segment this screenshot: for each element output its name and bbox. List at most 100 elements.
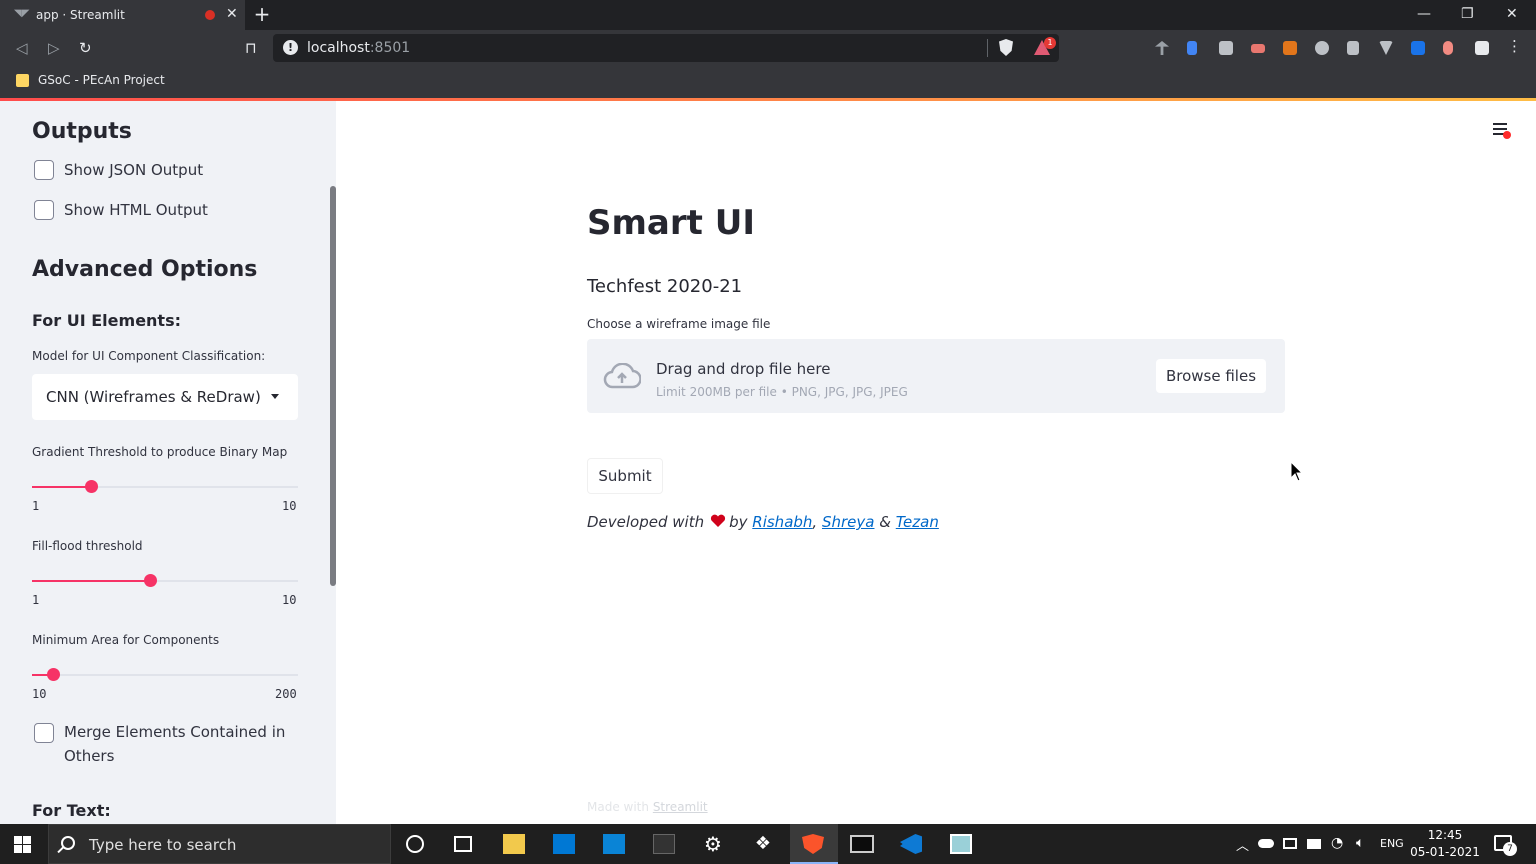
windows-start-icon[interactable] bbox=[14, 836, 31, 853]
bookmark-icon[interactable]: ⊓ bbox=[245, 39, 257, 57]
taskbar-clock[interactable]: 12:45 05-01-2021 bbox=[1410, 827, 1480, 861]
file-explorer-icon[interactable] bbox=[503, 834, 525, 854]
browser-toolbar: ◁ ▷ ↻ ⊓ ! localhost:8501 1 ⋮ bbox=[0, 30, 1536, 66]
gradient-slider[interactable] bbox=[32, 480, 298, 493]
minarea-slider[interactable] bbox=[32, 668, 298, 681]
slider-max: 10 bbox=[282, 499, 297, 513]
page-title: Smart UI bbox=[587, 203, 755, 243]
notification-dot bbox=[1503, 131, 1511, 139]
slider-max: 10 bbox=[282, 593, 297, 607]
slider-min: 1 bbox=[32, 499, 40, 513]
file-dropzone[interactable]: Drag and drop file here Limit 200MB per … bbox=[587, 339, 1285, 413]
slider-min: 1 bbox=[32, 593, 40, 607]
extension-icon[interactable] bbox=[1411, 41, 1425, 55]
show-html-checkbox[interactable] bbox=[34, 200, 54, 220]
model-select[interactable]: CNN (Wireframes & ReDraw) bbox=[32, 374, 298, 420]
volume-icon[interactable]: 🔈︎ bbox=[1356, 835, 1364, 851]
taskbar-search-placeholder: Type here to search bbox=[89, 836, 237, 854]
show-json-label[interactable]: Show JSON Output bbox=[64, 158, 203, 182]
vue-devtools-icon[interactable] bbox=[1379, 41, 1393, 55]
extension-icon[interactable] bbox=[1251, 44, 1265, 53]
tab-bar: ◥◤ app · Streamlit ✕ + — ❐ ✕ bbox=[0, 0, 1536, 30]
site-info-icon[interactable]: ! bbox=[283, 40, 298, 55]
reload-button[interactable]: ↻ bbox=[79, 39, 92, 57]
cortana-icon[interactable] bbox=[406, 835, 424, 853]
main-content: Smart UI Techfest 2020-21 Choose a wiref… bbox=[336, 101, 1536, 824]
merge-label[interactable]: Merge Elements Contained in Others bbox=[64, 720, 294, 768]
close-window-button[interactable]: ✕ bbox=[1506, 6, 1518, 22]
dropzone-instructions: Drag and drop file here bbox=[656, 360, 831, 378]
tab-title: app · Streamlit bbox=[36, 8, 125, 22]
maximize-button[interactable]: ❐ bbox=[1461, 6, 1474, 22]
windows-taskbar: Type here to search ⚙ ❖ ︿ ◔ 🔈︎ ENG 12:45… bbox=[0, 824, 1536, 864]
slider-fill bbox=[32, 486, 92, 488]
streamlit-link[interactable]: Streamlit bbox=[653, 800, 708, 814]
folder-icon bbox=[16, 74, 29, 87]
author-link-rishabh[interactable]: Rishabh bbox=[752, 513, 812, 531]
terminal-icon[interactable] bbox=[850, 835, 874, 853]
divider bbox=[987, 39, 988, 57]
store-icon[interactable] bbox=[553, 834, 575, 854]
dropzone-limits: Limit 200MB per file • PNG, JPG, JPG, JP… bbox=[656, 385, 908, 399]
ui-elements-heading: For UI Elements: bbox=[32, 311, 181, 330]
show-json-checkbox[interactable] bbox=[34, 160, 54, 180]
author-link-shreya[interactable]: Shreya bbox=[822, 513, 875, 531]
hamburger-menu-icon[interactable] bbox=[1493, 123, 1511, 139]
tray-overflow-icon[interactable]: ︿ bbox=[1236, 835, 1249, 854]
text-heading: For Text: bbox=[32, 801, 111, 820]
extension-icon[interactable] bbox=[1155, 41, 1169, 55]
new-tab-button[interactable]: + bbox=[252, 4, 272, 24]
merge-checkbox[interactable] bbox=[34, 723, 54, 743]
metamask-icon[interactable] bbox=[1283, 41, 1297, 55]
minimize-button[interactable]: — bbox=[1417, 6, 1431, 22]
heart-icon bbox=[711, 514, 726, 527]
rewards-badge: 1 bbox=[1044, 37, 1056, 49]
notification-count: 7 bbox=[1503, 842, 1517, 856]
browser-menu-icon[interactable]: ⋮ bbox=[1507, 37, 1522, 55]
mail-icon[interactable] bbox=[603, 834, 625, 854]
extensions-puzzle-icon[interactable] bbox=[1475, 41, 1489, 55]
app-window-icon[interactable] bbox=[950, 834, 972, 854]
taskbar-search[interactable]: Type here to search bbox=[48, 824, 391, 864]
bookmark-gsoc[interactable]: GSoC - PEcAn Project bbox=[38, 73, 165, 87]
slider-thumb[interactable] bbox=[85, 480, 99, 493]
extension-icon[interactable] bbox=[1187, 41, 1197, 55]
address-bar[interactable]: ! localhost:8501 1 bbox=[273, 34, 1059, 62]
browser-tab[interactable]: ◥◤ app · Streamlit ✕ bbox=[0, 0, 245, 30]
made-with-streamlit: Made with Streamlit bbox=[587, 800, 708, 814]
notion-icon[interactable] bbox=[653, 834, 675, 854]
submit-button[interactable]: Submit bbox=[587, 458, 663, 494]
browse-files-button[interactable]: Browse files bbox=[1156, 359, 1266, 393]
wifi-icon[interactable]: ◔ bbox=[1331, 835, 1343, 851]
vscode-icon[interactable] bbox=[900, 834, 922, 854]
slider-min: 10 bbox=[32, 687, 47, 701]
extension-icon[interactable] bbox=[1443, 41, 1453, 55]
brave-shields-icon[interactable] bbox=[999, 39, 1013, 56]
dropbox-icon[interactable]: ❖ bbox=[752, 834, 774, 854]
slider-thumb[interactable] bbox=[46, 668, 60, 681]
extension-icon[interactable] bbox=[1315, 41, 1329, 55]
forward-button[interactable]: ▷ bbox=[48, 39, 60, 57]
settings-gear-icon[interactable]: ⚙ bbox=[702, 834, 724, 854]
camera-extension-icon[interactable] bbox=[1219, 41, 1233, 55]
onedrive-icon[interactable] bbox=[1258, 839, 1274, 848]
language-indicator[interactable]: ENG bbox=[1380, 837, 1404, 850]
url-text: localhost:8501 bbox=[307, 40, 411, 56]
slider-thumb[interactable] bbox=[144, 574, 158, 587]
extension-icon[interactable] bbox=[1347, 41, 1359, 55]
notification-center-icon[interactable]: 7 bbox=[1494, 835, 1517, 856]
fillflood-label: Fill-flood threshold bbox=[32, 539, 143, 553]
fillflood-slider[interactable] bbox=[32, 574, 298, 587]
back-button[interactable]: ◁ bbox=[16, 39, 28, 57]
close-tab-icon[interactable]: ✕ bbox=[226, 6, 238, 22]
cloud-upload-icon bbox=[603, 363, 641, 389]
device-icon[interactable] bbox=[1283, 838, 1297, 849]
outputs-heading: Outputs bbox=[32, 119, 132, 144]
author-link-tezan[interactable]: Tezan bbox=[896, 513, 939, 531]
battery-icon[interactable] bbox=[1307, 839, 1321, 849]
sidebar: Outputs Show JSON Output Show HTML Outpu… bbox=[0, 101, 336, 824]
streamlit-icon: ◥◤ bbox=[14, 8, 30, 19]
task-view-icon[interactable] bbox=[454, 836, 472, 852]
model-select-value: CNN (Wireframes & ReDraw) bbox=[46, 388, 261, 406]
show-html-label[interactable]: Show HTML Output bbox=[64, 198, 208, 222]
